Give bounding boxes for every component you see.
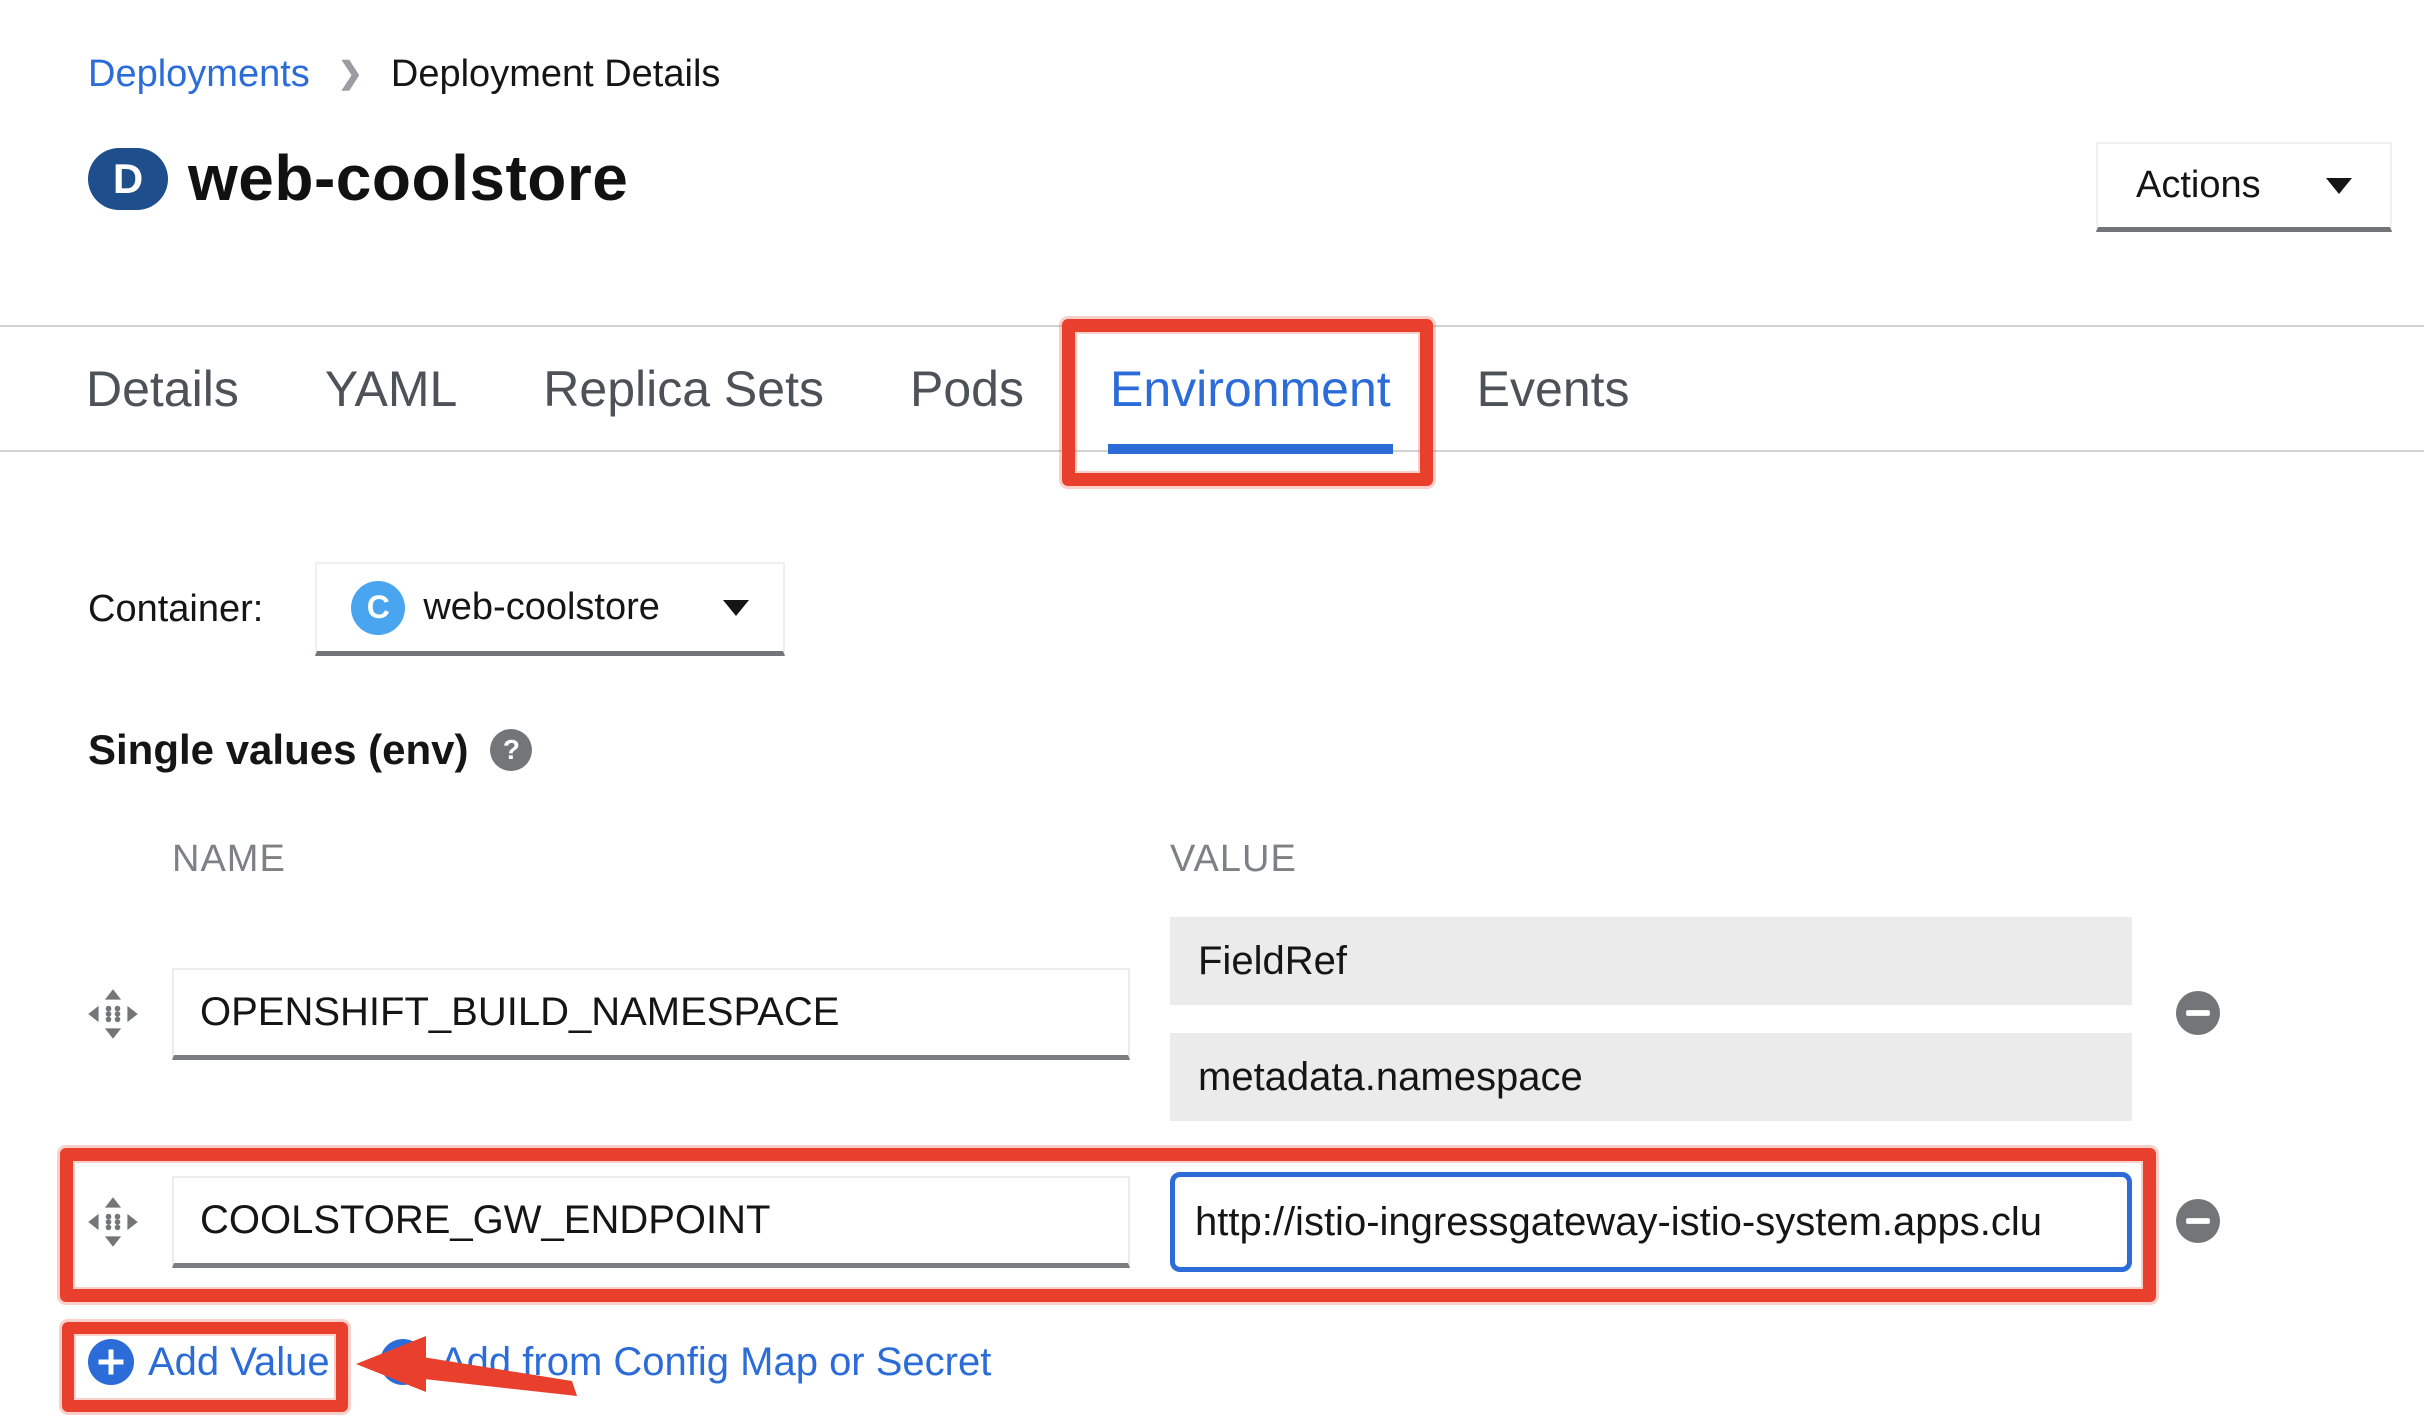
active-tab-underline [1108,444,1393,454]
plus-circle-icon [88,1339,134,1385]
section-heading-text: Single values (env) [88,726,468,774]
deployment-details-page: Deployments ❯ Deployment Details D web-c… [0,0,2424,1424]
add-value-label: Add Value [148,1340,330,1385]
tab-pods[interactable]: Pods [910,327,1024,450]
container-label: Container: [88,588,263,631]
page-title: web-coolstore [188,128,628,228]
tab-yaml[interactable]: YAML [325,327,457,450]
tab-events[interactable]: Events [1477,327,1630,450]
caret-down-icon [723,600,749,616]
tab-replica-sets[interactable]: Replica Sets [543,327,824,450]
tab-environment[interactable]: Environment [1110,327,1391,450]
actions-button[interactable]: Actions [2096,142,2392,232]
add-from-configmap-secret-button[interactable]: Add from Config Map or Secret [380,1339,991,1385]
plus-circle-icon [380,1339,426,1385]
caret-down-icon [2326,178,2352,194]
help-question-icon[interactable]: ? [490,729,532,771]
drag-handle-icon[interactable] [86,987,140,1041]
single-values-section-heading: Single values (env) ? [88,726,532,774]
selected-container-name: web-coolstore [423,586,705,629]
remove-row-button-row2[interactable] [2176,1199,2220,1243]
container-badge-icon: C [351,581,405,635]
tab-details[interactable]: Details [86,327,239,450]
drag-handle-icon[interactable] [86,1195,140,1249]
env-value-kind-field-row1: FieldRef [1170,917,2132,1005]
remove-row-button-row1[interactable] [2176,991,2220,1035]
env-value-ref-field-row1: metadata.namespace [1170,1033,2132,1121]
column-header-value: VALUE [1170,838,1297,881]
env-value-input-row2[interactable] [1170,1172,2132,1272]
env-name-input-row2[interactable] [172,1176,1130,1268]
env-name-input-row1[interactable] [172,968,1130,1060]
column-header-name: NAME [172,838,286,881]
tab-bar: Details YAML Replica Sets Pods Environme… [0,325,2424,452]
add-from-configmap-secret-label: Add from Config Map or Secret [440,1340,991,1385]
breadcrumb-deployments-link[interactable]: Deployments [88,52,310,96]
container-dropdown[interactable]: C web-coolstore [315,562,785,656]
add-value-button[interactable]: Add Value [88,1339,330,1385]
container-selector-row: Container: C web-coolstore [88,562,785,656]
chevron-right-icon: ❯ [338,52,363,96]
deployment-badge-icon: D [88,148,168,210]
breadcrumb-current-page: Deployment Details [391,52,720,96]
actions-button-label: Actions [2136,164,2261,207]
breadcrumb: Deployments ❯ Deployment Details [88,52,720,96]
